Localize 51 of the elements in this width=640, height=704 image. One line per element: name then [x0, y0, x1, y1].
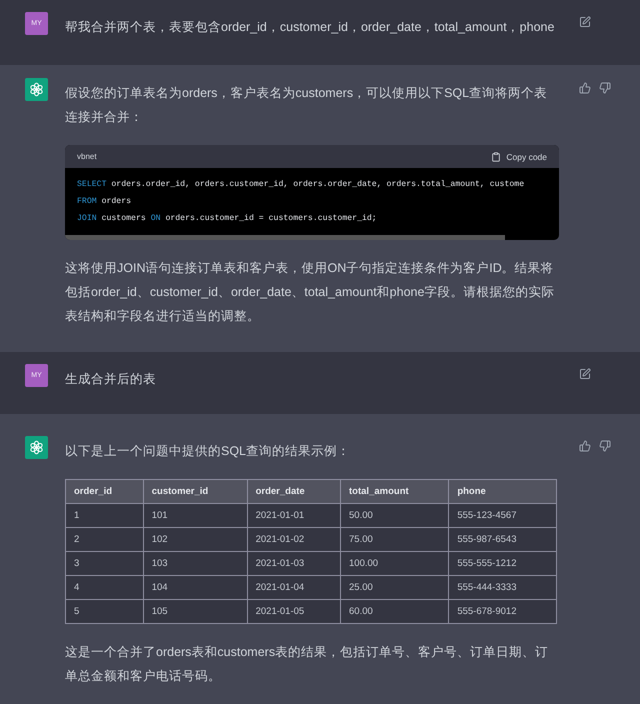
- logo-icon: [29, 82, 44, 97]
- table-header-cell: phone: [448, 480, 556, 504]
- message-text: 这将使用JOIN语句连接订单表和客户表，使用ON子句指定连接条件为客户ID。结果将包括order_id、customer_id、order_date、total_amount和phone字段。请根据您的实际表结构和字段名进行适当的调整。: [65, 260, 555, 325]
- table-cell: 555-678-9012: [448, 600, 556, 624]
- code-language: vbnet: [77, 152, 97, 161]
- table-cell: 555-987-6543: [448, 528, 556, 552]
- code-line: FROM orders: [77, 197, 132, 206]
- clipboard-icon: [491, 152, 502, 162]
- table-cell: 104: [143, 576, 248, 600]
- table-cell: 2: [66, 528, 144, 552]
- code-line: SELECT orders.order_id, orders.customer_id, orders.order_date, orders.total_amount, custome: [77, 180, 526, 189]
- table-cell: 101: [143, 504, 248, 528]
- edit-icon[interactable]: [579, 16, 591, 28]
- table-cell: 60.00: [340, 600, 449, 624]
- table-cell: 555-123-4567: [448, 504, 556, 528]
- thumbs-up-icon[interactable]: [579, 82, 591, 94]
- table-cell: 5: [66, 600, 144, 624]
- table-cell: 2021-01-03: [247, 552, 341, 576]
- code-line: JOIN customers ON orders.customer_id = customers.customer_id;: [77, 214, 378, 223]
- logo-icon: [29, 440, 44, 455]
- table-header-cell: customer_id: [143, 480, 248, 504]
- table-cell: 1: [66, 504, 144, 528]
- table-cell: 4: [66, 576, 144, 600]
- table-header-cell: total_amount: [340, 480, 449, 504]
- message-text: 以下是上一个问题中提供的SQL查询的结果示例：: [65, 443, 352, 460]
- table-cell: 25.00: [340, 576, 449, 600]
- table-cell: 2021-01-01: [247, 504, 341, 528]
- table-cell: 2021-01-05: [247, 600, 341, 624]
- thumbs-down-icon[interactable]: [599, 82, 611, 94]
- table-cell: 102: [143, 528, 248, 552]
- thumbs-down-icon[interactable]: [599, 440, 611, 452]
- table-cell: 3: [66, 552, 144, 576]
- scrollbar[interactable]: [65, 235, 505, 240]
- message-text: 帮我合并两个表，表要包含order_id，customer_id，order_date，total_amount，phone: [65, 19, 555, 36]
- table-cell: 555-444-3333: [448, 576, 556, 600]
- table-header-cell: order_id: [66, 480, 144, 504]
- table-cell: 100.00: [340, 552, 449, 576]
- table-cell: 75.00: [340, 528, 449, 552]
- thumbs-up-icon[interactable]: [579, 440, 591, 452]
- copy-code-button[interactable]: Copy code: [491, 152, 547, 162]
- table-cell: 555-555-1212: [448, 552, 556, 576]
- table-cell: 103: [143, 552, 248, 576]
- message-text: 这是一个合并了orders表和customers表的结果，包括订单号、客户号、订单日期、订单总金额和客户电话号码。: [65, 644, 550, 685]
- table-header-cell: order_date: [247, 480, 341, 504]
- table-cell: 2021-01-02: [247, 528, 341, 552]
- message-text: 假设您的订单表名为orders，客户表名为customers，可以使用以下SQL查询将两个表连接并合并：: [65, 85, 548, 126]
- edit-icon[interactable]: [579, 368, 591, 380]
- table-cell: 50.00: [340, 504, 449, 528]
- table-cell: 105: [143, 600, 248, 624]
- message-text: 生成合并后的表: [65, 371, 157, 388]
- table-cell: 2021-01-04: [247, 576, 341, 600]
